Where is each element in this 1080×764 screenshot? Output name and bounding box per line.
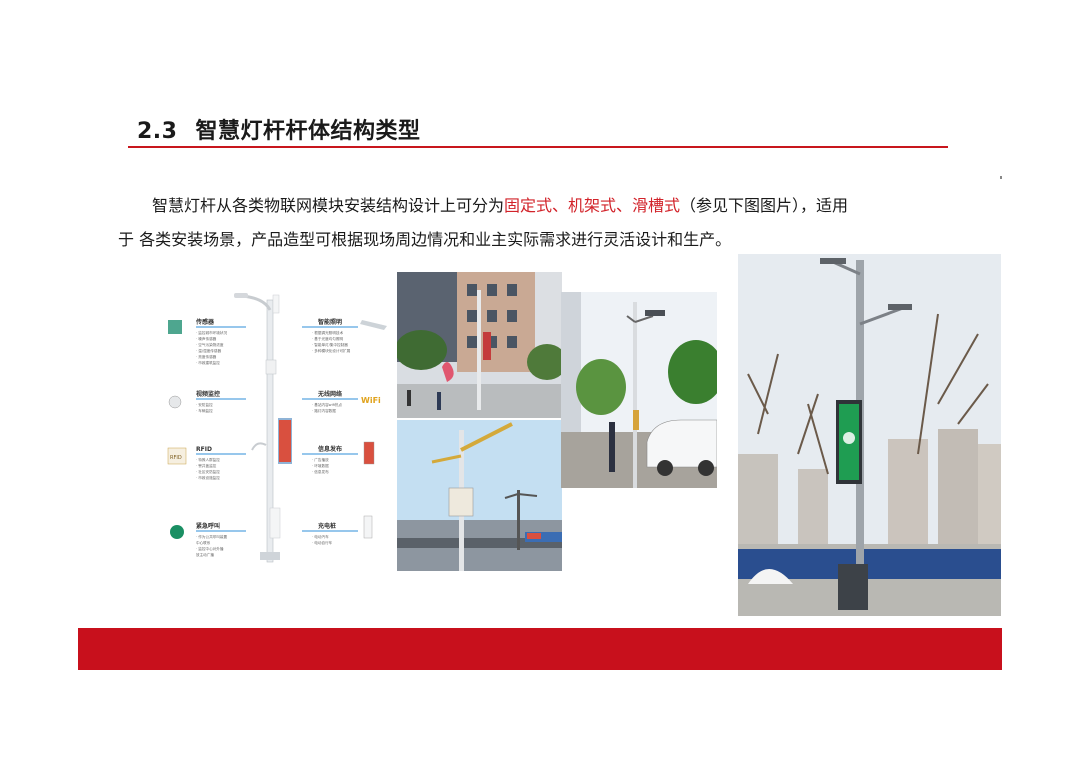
- svg-text:· 市政设施监控: · 市政设施监控: [196, 475, 220, 480]
- svg-text:· 安防监控: · 安防监控: [196, 402, 213, 407]
- slide-title: 2.3 智慧灯杆杆体结构类型: [137, 113, 421, 145]
- footer-red-banner: [78, 628, 1002, 670]
- right-module-wireless: 无线网络 · 基站内容wifi热点 · 路灯内容数据: [302, 390, 358, 413]
- wifi-icon: WiFi: [361, 396, 381, 405]
- svg-text:传感器: 传感器: [195, 318, 215, 326]
- svg-text:· 电动自行车: · 电动自行车: [312, 540, 333, 545]
- svg-text:· 监控城市环境状况: · 监控城市环境状况: [196, 330, 227, 335]
- photo-street-pole-building: [397, 272, 562, 418]
- svg-text:· 电动汽车: · 电动汽车: [312, 534, 329, 539]
- svg-text:· 社区安防监控: · 社区安防监控: [196, 469, 220, 474]
- svg-text:· 根据调光照明技术: · 根据调光照明技术: [312, 330, 343, 335]
- left-module-video: 视频监控 · 安防监控 · 车辆监控: [196, 390, 246, 413]
- svg-text:· 智能单灯/集中控制器: · 智能单灯/集中控制器: [312, 342, 348, 347]
- svg-text:· 温/湿度传感器: · 温/湿度传感器: [196, 348, 221, 353]
- para1-text: 智慧灯杆从各类物联网模块安装结构设计上可分为: [152, 196, 505, 215]
- para1-text-end: （参见下图图片），适用: [680, 196, 849, 215]
- svg-text:· 路灯内容数据: · 路灯内容数据: [312, 408, 336, 413]
- svg-text:中心联系: 中心联系: [196, 540, 211, 545]
- right-module-info-release: 信息发布 · 广告播放 · 环境数据 · 信息发布: [302, 445, 358, 474]
- svg-text:· 广告播放: · 广告播放: [312, 457, 329, 462]
- intro-paragraph-line1: 智慧灯杆从各类物联网模块安装结构设计上可分为固定式、机架式、滑槽式（参见下图图片…: [152, 196, 848, 216]
- svg-text:· 信息发布: · 信息发布: [312, 469, 329, 474]
- svg-text:· 噪声传感器: · 噪声传感器: [196, 336, 217, 341]
- svg-text:· 市政建筑监控: · 市政建筑监控: [196, 360, 220, 365]
- left-module-sensors: 传感器 · 监控城市环境状况 · 噪声传感器 · 空气污染物浓度 · 温/湿度传…: [195, 318, 246, 365]
- intro-paragraph-line2: 于 各类安装场景，产品造型可根据现场周边情况和业主实际需求进行灵活设计和生产。: [118, 230, 732, 249]
- title-underline: [128, 146, 948, 148]
- right-module-charging: 充电桩 · 电动汽车 · 电动自行车: [302, 522, 358, 545]
- svg-text:· 亮度传感器: · 亮度传感器: [196, 354, 217, 359]
- svg-text:· 特殊人群监控: · 特殊人群监控: [196, 457, 220, 462]
- rfid-icon: RFID: [170, 455, 182, 461]
- svg-text:· 窨井盖监控: · 窨井盖监控: [196, 463, 217, 468]
- photo-pole-with-display: [738, 254, 1001, 616]
- smart-pole-module-diagram: RFID WiFi 传感器 · 监控城市环境状况 · 噪声传感器 · 空气污染物…: [162, 290, 388, 565]
- svg-text:紧急呼叫: 紧急呼叫: [196, 522, 220, 530]
- svg-text:· 环境数据: · 环境数据: [312, 463, 329, 468]
- svg-text:· 多种模块化设计可扩展: · 多种模块化设计可扩展: [312, 348, 351, 353]
- svg-text:充电桩: 充电桩: [318, 522, 336, 530]
- svg-text:· 作为公共呼叫装置: · 作为公共呼叫装置: [196, 534, 227, 539]
- structure-types-highlight: 固定式、机架式、滑槽式: [504, 196, 681, 215]
- right-module-lighting: 智能照明 · 根据调光照明技术 · 基于光度均匀照明 · 智能单灯/集中控制器 …: [302, 318, 358, 353]
- svg-text:· 监控中心对外播: · 监控中心对外播: [196, 546, 224, 551]
- svg-text:无线网络: 无线网络: [317, 390, 342, 398]
- left-module-rfid: RFID · 特殊人群监控 · 窨井盖监控 · 社区安防监控 · 市政设施监控: [196, 446, 246, 480]
- svg-text:· 基于光度均匀照明: · 基于光度均匀照明: [312, 336, 343, 341]
- svg-text:放主动广播: 放主动广播: [196, 552, 214, 557]
- svg-text:视频监控: 视频监控: [196, 390, 220, 398]
- title-text: 智慧灯杆杆体结构类型: [195, 119, 421, 144]
- section-number: 2.3: [137, 119, 178, 144]
- photo-pole-with-car: [561, 292, 717, 488]
- svg-text:· 基站内容wifi热点: · 基站内容wifi热点: [312, 402, 342, 407]
- svg-text:信息发布: 信息发布: [318, 445, 342, 453]
- photo-poles-roadside: [397, 420, 562, 571]
- svg-text:· 车辆监控: · 车辆监控: [196, 408, 213, 413]
- left-module-emergency: 紧急呼叫 · 作为公共呼叫装置 中心联系 · 监控中心对外播 放主动广播: [196, 522, 246, 557]
- decorative-mark: [1000, 176, 1002, 179]
- svg-text:智能照明: 智能照明: [318, 318, 342, 326]
- svg-text:· 空气污染物浓度: · 空气污染物浓度: [196, 342, 224, 347]
- svg-text:RFID: RFID: [196, 446, 212, 453]
